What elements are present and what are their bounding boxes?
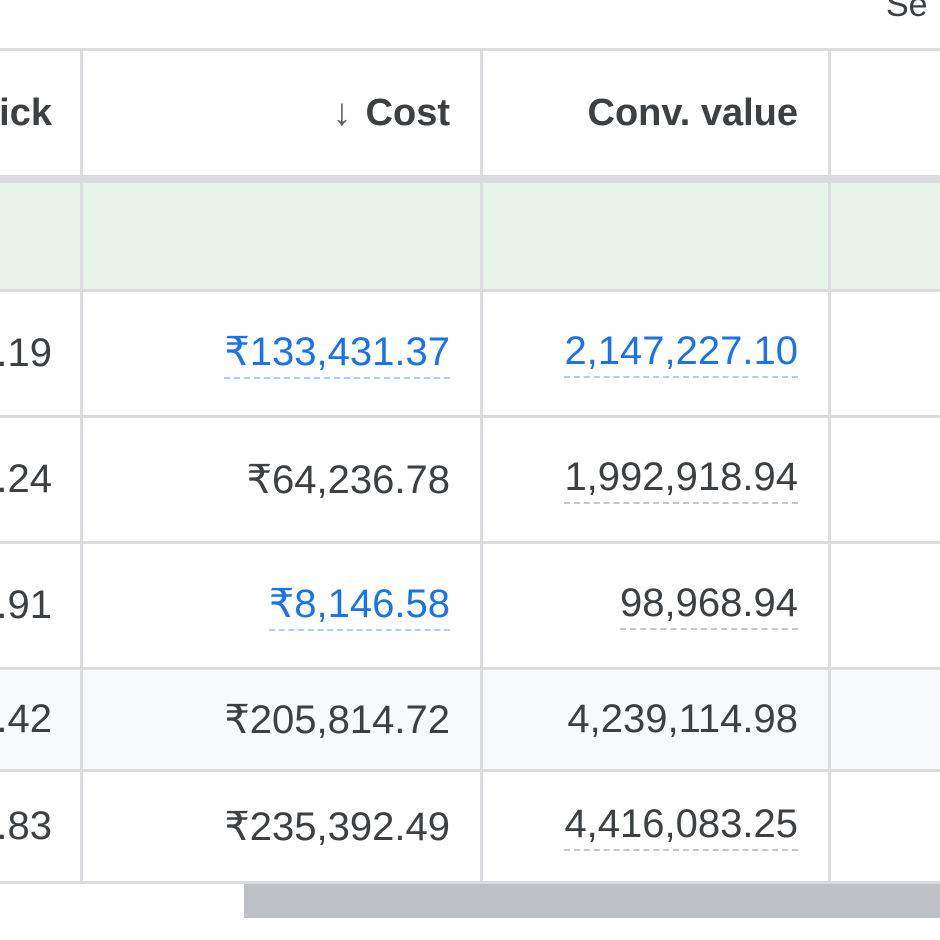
cell-conv-value: 1,992,918.94 bbox=[480, 418, 828, 541]
top-label: Se bbox=[886, 0, 928, 24]
table-row: .42 ₹205,814.72 4,239,114.98 bbox=[0, 670, 940, 772]
totals-row bbox=[0, 178, 940, 292]
report-page: Se ick ↓ Cost Conv. value .19 ₹133,431.3… bbox=[0, 0, 940, 940]
cost-value: ₹64,236.78 bbox=[246, 457, 450, 502]
arrow-down-icon: ↓ bbox=[332, 91, 352, 134]
conv-value[interactable]: 4,416,083.25 bbox=[564, 802, 798, 851]
cell-cost-per-click: .24 bbox=[0, 457, 52, 501]
conv-value: 4,239,114.98 bbox=[567, 697, 798, 741]
column-header-conv-value[interactable]: Conv. value bbox=[480, 51, 828, 175]
table-row: .83 ₹235,392.49 4,416,083.25 bbox=[0, 772, 940, 884]
cell-cost: ₹8,146.58 bbox=[80, 544, 480, 667]
cell-cost-per-click: .83 bbox=[0, 804, 52, 848]
cell-cost: ₹205,814.72 bbox=[80, 670, 480, 769]
cost-link[interactable]: ₹133,431.37 bbox=[224, 329, 450, 379]
column-header-next[interactable] bbox=[828, 51, 940, 175]
column-header-label: ick bbox=[0, 91, 52, 134]
cell-conv-value: 4,239,114.98 bbox=[480, 670, 828, 769]
cell-cost-per-click: .19 bbox=[0, 331, 52, 375]
table-row: .24 ₹64,236.78 1,992,918.94 bbox=[0, 418, 940, 544]
cell-cost-per-click: .42 bbox=[0, 697, 52, 741]
cell-cost: ₹64,236.78 bbox=[80, 418, 480, 541]
table-row: .19 ₹133,431.37 2,147,227.10 bbox=[0, 292, 940, 418]
cell-conv-value: 4,416,083.25 bbox=[480, 772, 828, 881]
cost-value: ₹205,814.72 bbox=[224, 697, 450, 742]
cell-conv-value: 98,968.94 bbox=[480, 544, 828, 667]
column-header-cost-per-click[interactable]: ick bbox=[0, 51, 80, 175]
column-header-cost[interactable]: ↓ Cost bbox=[80, 51, 480, 175]
cell-cost: ₹235,392.49 bbox=[80, 772, 480, 881]
horizontal-scrollbar[interactable] bbox=[244, 884, 940, 918]
conv-value[interactable]: 98,968.94 bbox=[620, 581, 798, 630]
table-header-row: ick ↓ Cost Conv. value bbox=[0, 48, 940, 178]
cost-link[interactable]: ₹8,146.58 bbox=[268, 581, 450, 631]
column-header-label: Cost bbox=[365, 91, 450, 134]
column-header-label: Conv. value bbox=[587, 91, 798, 134]
conv-value-link[interactable]: 2,147,227.10 bbox=[564, 329, 798, 378]
cell-cost: ₹133,431.37 bbox=[80, 292, 480, 415]
cell-cost-per-click: .91 bbox=[0, 583, 52, 627]
conv-value[interactable]: 1,992,918.94 bbox=[564, 455, 798, 504]
cell-conv-value: 2,147,227.10 bbox=[480, 292, 828, 415]
table-row: .91 ₹8,146.58 98,968.94 bbox=[0, 544, 940, 670]
cost-value: ₹235,392.49 bbox=[224, 804, 450, 849]
